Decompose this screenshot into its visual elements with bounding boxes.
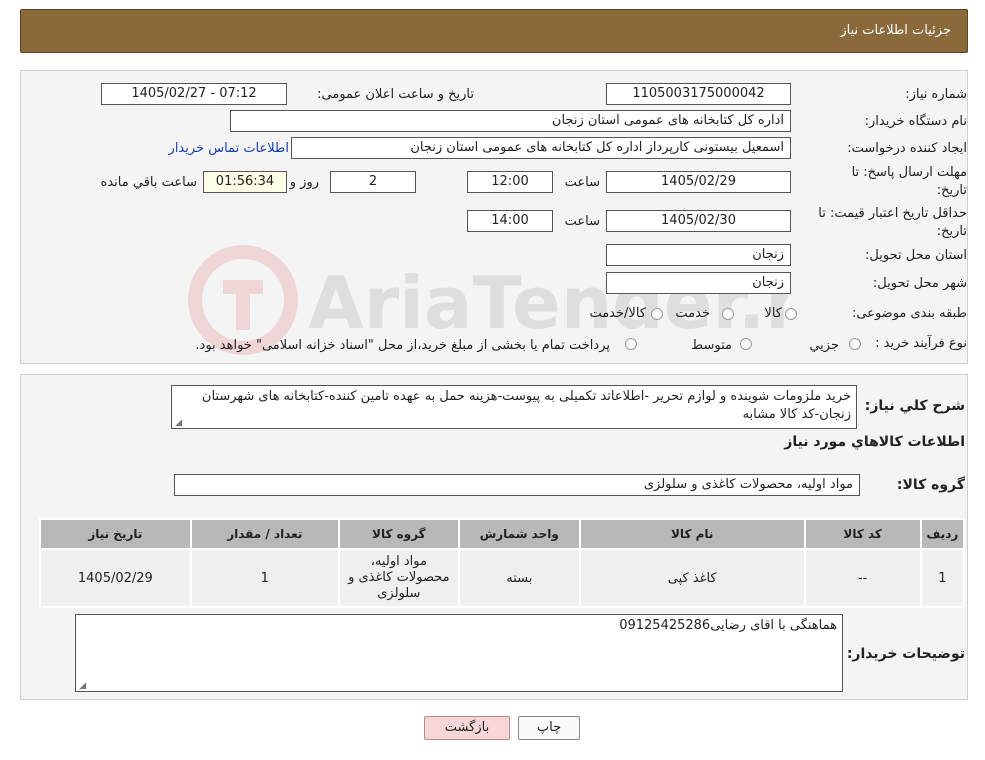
buyer-org-field: اداره کل کتابخانه های عمومی استان زنجان	[230, 110, 791, 132]
category-radio-goods[interactable]	[785, 308, 797, 320]
reply-time-label: ساعت	[564, 175, 600, 190]
back-button[interactable]: بازگشت	[424, 716, 510, 740]
column-header: گروه کالا	[337, 518, 460, 550]
goods-group-label: گروه کالا:	[896, 477, 965, 493]
column-header: تعداد / مقدار	[189, 518, 340, 550]
category-option-service: خدمت	[675, 306, 710, 321]
requester-field: اسمعیل بیستونی کارپرداز اداره کل کتابخان…	[291, 137, 791, 159]
process-radio-medium[interactable]	[740, 338, 752, 350]
goods-table: تاريخ نياز تعداد / مقدار گروه کالا واحد شما…	[39, 518, 966, 608]
print-button[interactable]: چاپ	[518, 716, 580, 740]
buyer-notes-text: هماهنگی با اقای رضایی09125425286	[619, 618, 837, 633]
reply-time-field: 12:00	[467, 171, 553, 193]
column-header: نام کالا	[578, 518, 806, 550]
reply-deadline-label-2: تاریخ:	[936, 183, 967, 198]
buyer-notes-textarea[interactable]: هماهنگی با اقای رضایی09125425286 ◢	[75, 614, 843, 692]
validity-date-field: 1405/02/30	[606, 210, 791, 232]
validity-time-label: ساعت	[564, 214, 600, 229]
page-header: جزئیات اطلاعات نیاز	[20, 9, 968, 53]
column-header: کد کالا	[803, 518, 922, 550]
process-option-minor: جزیي	[809, 338, 839, 353]
description-label: شرح کلي نياز:	[864, 398, 965, 414]
need-number-field: 1105003175000042	[606, 83, 791, 105]
resize-grip-icon[interactable]: ◢	[78, 682, 86, 691]
city-field: زنجان	[606, 272, 791, 294]
table-header-row: تاريخ نياز تعداد / مقدار گروه کالا واحد شما…	[39, 518, 966, 550]
category-label: طبقه بندی موضوعی:	[851, 306, 967, 321]
buyer-contact-link[interactable]: اطلاعات تماس خریدار	[169, 141, 289, 156]
table-cell: --	[803, 548, 922, 608]
remaining-time-label: ساعت باقي مانده	[100, 175, 197, 190]
announce-date-label: تاریخ و ساعت اعلان عمومی:	[317, 87, 474, 102]
table-cell: بسته	[457, 548, 581, 608]
days-field: 2	[330, 171, 416, 193]
table-cell: 1	[189, 548, 340, 608]
city-label: شهر محل تحویل:	[872, 276, 967, 291]
column-header: تاريخ نياز	[39, 518, 192, 550]
table-row: 1405/02/29 1 مواد اولیه، محصولات کاغذی و س…	[39, 548, 966, 608]
process-option-medium: متوسط	[691, 338, 732, 353]
category-option-goods: کالا	[764, 306, 782, 321]
table-cell: کاغذ کپی	[578, 548, 806, 608]
description-text: خرید ملزومات شوینده و لوازم تحریر -اطلاع…	[201, 389, 851, 422]
province-field: زنجان	[606, 244, 791, 266]
description-textarea[interactable]: خرید ملزومات شوینده و لوازم تحریر -اطلاع…	[171, 385, 857, 429]
process-radio-treasury[interactable]	[625, 338, 637, 350]
column-header: واحد شمارش	[457, 518, 581, 550]
days-label: روز و	[289, 175, 319, 190]
resize-grip-icon[interactable]: ◢	[174, 419, 182, 428]
announce-date-field: 1405/02/27 - 07:12	[101, 83, 287, 105]
requester-label: ایجاد کننده درخواست:	[847, 141, 967, 156]
validity-time-field: 14:00	[467, 210, 553, 232]
need-number-label: شماره نیاز:	[905, 87, 967, 102]
price-validity-label-2: تاریخ:	[936, 224, 967, 239]
category-radio-goods-service[interactable]	[651, 308, 663, 320]
column-header: رديف	[919, 518, 966, 550]
reply-date-field: 1405/02/29	[606, 171, 791, 193]
table-cell: 1	[919, 548, 966, 608]
table-cell: مواد اولیه، محصولات کاغذی و سلولزی	[337, 548, 460, 608]
category-option-goods-service: کالا/خدمت	[589, 306, 646, 321]
goods-section-title: اطلاعات کالاهاي مورد نياز	[784, 434, 965, 450]
page-title: جزئیات اطلاعات نیاز	[840, 23, 951, 38]
process-label: نوع فرآیند خرید :	[875, 336, 967, 351]
buyer-org-label: نام دستگاه خریدار:	[864, 114, 967, 129]
reply-deadline-label: مهلت ارسال پاسخ: تا	[851, 165, 967, 180]
remaining-time-field: 01:56:34	[203, 171, 287, 193]
buyer-notes-label: توضیحات خریدار:	[846, 646, 965, 662]
price-validity-label: حداقل تاریخ اعتبار قیمت: تا	[818, 206, 967, 221]
province-label: استان محل تحویل:	[865, 248, 967, 263]
table-cell: 1405/02/29	[39, 548, 192, 608]
goods-group-field: مواد اولیه، محصولات کاغذی و سلولزی	[174, 474, 860, 496]
process-radio-minor[interactable]	[849, 338, 861, 350]
process-note: پرداخت تمام یا بخشی از مبلغ خرید،از محل …	[195, 338, 610, 353]
category-radio-service[interactable]	[722, 308, 734, 320]
